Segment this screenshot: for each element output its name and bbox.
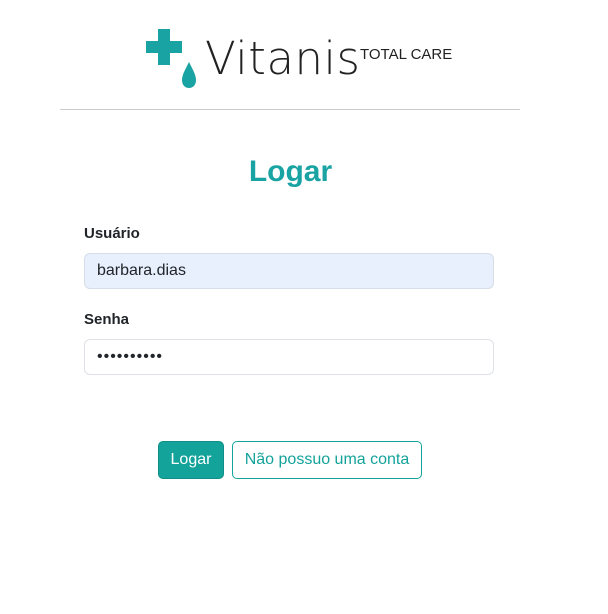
no-account-button[interactable]: Não possuo uma conta: [232, 441, 422, 479]
password-field[interactable]: [84, 339, 494, 375]
medical-cross-drop-icon: [146, 29, 196, 88]
username-label: Usuário: [84, 225, 140, 242]
page-title: Logar: [248, 155, 333, 188]
brand-tagline: TOTAL CARE: [360, 46, 453, 63]
login-page: Vitanis TOTAL CARE Logar Usuário Senha L…: [0, 0, 608, 614]
header-divider: [60, 109, 520, 110]
password-label: Senha: [84, 311, 130, 328]
brand-name: Vitanis: [205, 32, 361, 85]
login-button[interactable]: Logar: [158, 441, 224, 479]
username-field[interactable]: [84, 253, 494, 289]
